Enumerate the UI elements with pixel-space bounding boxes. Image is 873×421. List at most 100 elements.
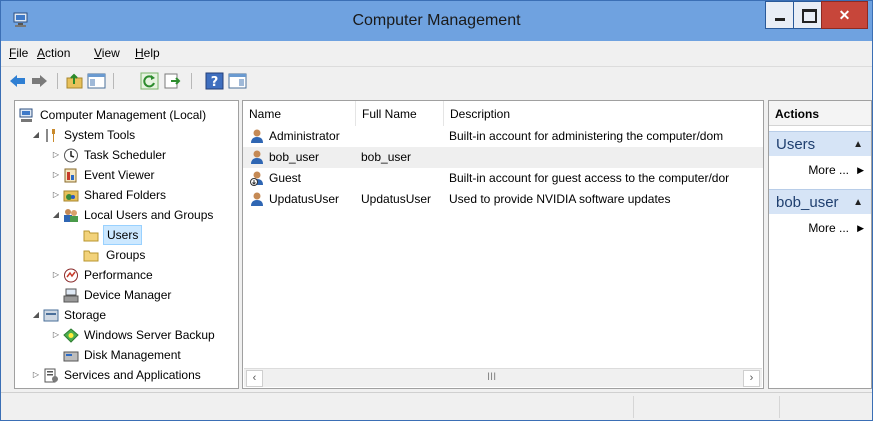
system-tools-icon [46,129,55,142]
forward-icon[interactable] [30,72,49,90]
column-header-full-name[interactable]: Full Name [356,101,444,126]
user-name: UpdatusUser [269,192,340,206]
status-bar [1,392,872,420]
table-row[interactable]: Guest Built-in account for guest access … [243,168,763,189]
tree-item-label: Device Manager [84,288,172,302]
tree-item-label: Task Scheduler [84,148,167,162]
description-cell: Built-in account for guest access to the… [449,171,730,185]
expand-arrow-icon[interactable]: ▷ [51,265,61,285]
computer-management-icon [19,108,33,122]
tree-item-label: Storage [64,308,107,322]
menu-bar: File Action View Help [1,41,872,65]
submenu-arrow-icon: ▶ [857,223,864,233]
services-applications-icon [44,368,58,383]
tree-item-label: Disk Management [84,348,181,362]
user-name: Guest [269,171,302,185]
users-list[interactable]: Name Full Name Description Administrator… [242,100,764,389]
section-title: bob_user [776,194,839,211]
collapse-arrow-icon[interactable]: ◢ [31,305,41,325]
menu-view[interactable]: View [94,46,120,60]
expand-arrow-icon[interactable]: ▷ [51,185,61,205]
maximize-button[interactable] [793,1,822,29]
expand-arrow-icon[interactable]: ▷ [31,365,41,385]
show-hide-action-pane-icon[interactable] [228,72,247,90]
expand-arrow-icon[interactable]: ▷ [51,165,61,185]
more-label: More ... [808,163,849,177]
table-row[interactable]: UpdatusUser UpdatusUser Used to provide … [243,189,763,210]
user-name: bob_user [269,150,320,164]
collapse-arrow-icon[interactable]: ◢ [51,205,61,225]
tree-item-label: Performance [84,268,153,282]
tree-item-label: Windows Server Backup [84,328,215,342]
local-users-groups-icon [64,209,78,222]
tree-item-label: Services and Applications [64,368,201,382]
user-icon [251,129,263,143]
tree-item-label: Shared Folders [84,188,167,202]
full-name-cell: bob_user [361,150,412,164]
show-hide-console-tree-icon[interactable] [87,72,106,90]
help-icon[interactable]: ? [205,72,224,90]
column-header-description[interactable]: Description [444,101,763,126]
table-row[interactable]: Administrator Built-in account for admin… [243,126,763,147]
tree-item-label: Computer Management (Local) [40,108,207,122]
expand-arrow-icon[interactable]: ▷ [51,325,61,345]
status-panel [633,396,779,418]
tree-item-label: Event Viewer [84,168,155,182]
collapse-caret-icon[interactable]: ▲ [853,132,863,157]
window-title: Computer Management [352,12,521,29]
horizontal-scrollbar[interactable]: ‹ III › [244,368,762,387]
user-icon [251,192,263,206]
collapse-arrow-icon[interactable]: ◢ [31,125,41,145]
title-bar[interactable]: Computer Management ✕ [1,1,872,41]
up-folder-icon[interactable] [65,72,84,90]
computer-management-window: Computer Management ✕ File Action View H… [0,0,873,421]
folder-icon [83,250,99,262]
scroll-right-button[interactable]: › [743,370,760,387]
svg-text:?: ? [211,75,219,90]
scroll-left-button[interactable]: ‹ [246,370,263,387]
tree-item-label: Groups [106,248,146,262]
task-scheduler-icon [64,148,78,163]
more-actions-users[interactable]: More ... ▶ [769,159,871,181]
shared-folders-icon [63,190,79,202]
menu-help[interactable]: Help [135,46,160,60]
toolbar: ? [1,66,872,94]
chevron-right-icon: › [749,372,754,384]
refresh-icon[interactable] [140,72,159,90]
event-viewer-icon [64,168,77,183]
user-icon [251,150,263,164]
performance-icon [64,268,78,283]
disk-management-icon [63,351,79,362]
description-cell: Used to provide NVIDIA software updates [449,192,671,206]
scrollbar-grip[interactable]: III [487,371,496,383]
actions-section-bob-user[interactable]: bob_user ▲ [769,189,871,214]
device-manager-icon [63,288,79,303]
console-tree[interactable]: Computer Management (Local) ◢ System Too… [14,100,239,389]
more-label: More ... [808,221,849,235]
user-name-cell: bob_user [247,147,359,168]
tree-item-label: Local Users and Groups [84,208,214,222]
description-cell: Built-in account for administering the c… [449,129,724,143]
actions-pane: Actions Users ▲ More ... ▶ bob_user ▲ Mo… [768,100,872,389]
back-icon[interactable] [8,72,27,90]
minimize-button[interactable] [765,1,794,29]
full-name-cell: UpdatusUser [361,192,432,206]
export-list-icon[interactable] [163,72,182,90]
table-row[interactable]: bob_user bob_user [243,147,763,168]
actions-header: Actions [769,101,871,126]
disabled-user-icon [250,171,263,186]
menu-action[interactable]: Action [37,46,70,60]
expand-arrow-icon[interactable]: ▷ [51,145,61,165]
column-header-name[interactable]: Name [243,101,356,126]
collapse-caret-icon[interactable]: ▲ [853,190,863,215]
close-button[interactable]: ✕ [821,1,868,29]
tree-item-label: Users [103,225,143,245]
menu-file[interactable]: File [9,46,28,60]
more-actions-bob-user[interactable]: More ... ▶ [769,217,871,239]
folder-icon [83,230,99,242]
actions-section-users[interactable]: Users ▲ [769,131,871,156]
windows-server-backup-icon [63,328,79,343]
close-icon: ✕ [838,7,851,23]
submenu-arrow-icon: ▶ [857,165,864,175]
user-name-cell: UpdatusUser [247,189,359,210]
